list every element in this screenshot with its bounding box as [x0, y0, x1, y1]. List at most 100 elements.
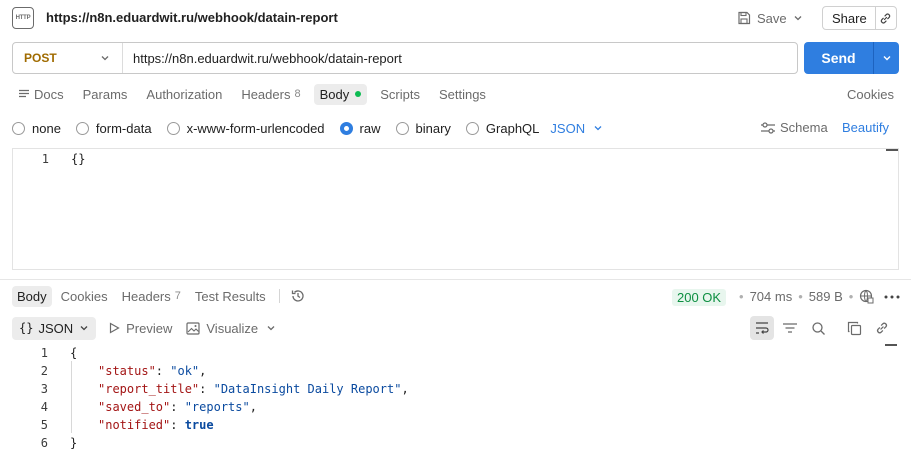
preview-label: Preview [126, 320, 173, 336]
network-globe-icon[interactable] [859, 289, 874, 304]
image-icon [186, 321, 200, 335]
tab-docs-label: Docs [34, 86, 64, 102]
save-options-chevron-icon[interactable] [793, 11, 803, 26]
tab-scripts[interactable]: Scripts [374, 84, 426, 105]
response-time[interactable]: 704 ms [750, 289, 793, 304]
tab-body[interactable]: Body [313, 83, 368, 105]
search-icon[interactable] [806, 316, 830, 340]
response-format-label: JSON [38, 320, 74, 336]
send-options-chevron-icon[interactable] [874, 53, 899, 63]
visualize-label: Visualize [206, 320, 259, 336]
body-indicator-dot [355, 91, 362, 97]
send-button[interactable]: Send [804, 42, 899, 74]
docs-icon [19, 89, 29, 98]
request-tabs: Docs Params Authorization Headers 8 Body… [12, 83, 499, 105]
tab-authorization-label: Authorization [146, 86, 223, 102]
json-value: "DataInsight Daily Report" [213, 382, 402, 396]
tab-body-label: Body [319, 86, 350, 102]
json-close-brace: } [70, 436, 78, 450]
visualize-chevron-icon[interactable] [266, 323, 276, 333]
method-label: POST [24, 51, 57, 65]
json-value: true [184, 418, 214, 432]
tab-response-headers[interactable]: Headers 7 [117, 286, 186, 307]
cookies-link[interactable]: Cookies [847, 87, 894, 102]
tab-response-cookies[interactable]: Cookies [56, 286, 113, 307]
json-key: "saved_to" [98, 400, 171, 414]
tab-test-results-label: Test Results [194, 288, 266, 304]
body-format-select[interactable]: JSON [550, 121, 603, 136]
meta-dot: • [848, 289, 854, 304]
filter-icon[interactable] [778, 316, 802, 340]
copy-link-icon[interactable] [876, 12, 896, 25]
response-meta: • 704 ms • 589 B • [733, 289, 900, 304]
request-title[interactable]: https://n8n.eduardwit.ru/webhook/datain-… [46, 10, 338, 25]
radio-raw-label: raw [359, 120, 381, 136]
radio-binary-label: binary [415, 120, 451, 136]
request-body-editor[interactable]: 1 {} [12, 148, 899, 270]
tab-test-results[interactable]: Test Results [190, 286, 271, 307]
response-format-select[interactable]: {} JSON [12, 316, 97, 340]
radio-urlencoded-label: x-www-form-urlencoded [186, 120, 325, 136]
radio-circle [166, 121, 180, 135]
radio-binary[interactable]: binary [395, 120, 451, 136]
tab-headers[interactable]: Headers 8 [235, 84, 306, 105]
json-braces-icon: {} [19, 321, 34, 335]
line-number: 6 [40, 436, 48, 450]
tab-params[interactable]: Params [77, 84, 134, 105]
meta-dot: • [798, 289, 803, 304]
response-body-viewer[interactable]: 1 { 2 "status": "ok", 3 "report_title": … [12, 344, 899, 465]
schema-button[interactable]: Schema [760, 120, 828, 135]
radio-urlencoded[interactable]: x-www-form-urlencoded [166, 120, 325, 136]
tab-settings[interactable]: Settings [433, 84, 492, 105]
panel-divider[interactable] [0, 279, 911, 280]
tab-response-body-label: Body [17, 288, 47, 304]
json-key: "report_title" [98, 382, 200, 396]
radio-form-data-label: form-data [95, 120, 152, 136]
editor-line: 6 } [12, 434, 899, 452]
response-tools [750, 316, 898, 340]
radio-circle [12, 121, 25, 135]
copy-icon[interactable] [842, 316, 866, 340]
save-button[interactable]: Save [737, 9, 787, 27]
radio-graphql[interactable]: GraphQL [465, 120, 540, 136]
radio-raw[interactable]: raw [339, 120, 381, 136]
json-comma: , [401, 382, 409, 396]
preview-button[interactable]: Preview [108, 321, 172, 336]
editor-line: 4 "saved_to": "reports", [12, 398, 899, 416]
wrap-lines-icon[interactable] [750, 316, 774, 340]
chevron-down-icon [80, 326, 88, 331]
tab-response-body[interactable]: Body [12, 285, 52, 307]
line-number: 1 [41, 152, 49, 166]
radio-none[interactable]: none [12, 121, 61, 136]
tabs-separator [278, 289, 280, 303]
history-icon[interactable] [290, 288, 306, 304]
tab-docs[interactable]: Docs [12, 84, 70, 105]
chevron-down-icon [101, 56, 109, 61]
body-format-label: JSON [550, 120, 586, 136]
send-label: Send [804, 42, 874, 74]
method-select[interactable]: POST [13, 43, 123, 73]
line-number: 2 [40, 364, 48, 378]
visualize-button[interactable]: Visualize [186, 321, 258, 336]
line-number: 1 [40, 346, 48, 360]
beautify-button[interactable]: Beautify [842, 120, 889, 135]
share-label: Share [823, 7, 876, 29]
status-badge[interactable]: 200 OK [672, 289, 727, 306]
radio-circle [75, 121, 89, 135]
link-icon[interactable] [870, 316, 894, 340]
radio-none-label: none [32, 120, 61, 136]
more-options-icon[interactable] [884, 295, 900, 299]
url-input[interactable] [123, 43, 797, 73]
json-comma: , [199, 364, 207, 378]
editor-line: 3 "report_title": "DataInsight Daily Rep… [12, 380, 899, 398]
response-size[interactable]: 589 B [809, 289, 843, 304]
radio-form-data[interactable]: form-data [75, 120, 152, 136]
radio-graphql-label: GraphQL [485, 120, 540, 136]
json-comma: , [249, 400, 257, 414]
schema-label: Schema [780, 120, 828, 135]
share-button[interactable]: Share [822, 6, 897, 30]
radio-circle [395, 121, 409, 135]
tab-authorization[interactable]: Authorization [140, 84, 228, 105]
tab-response-headers-label: Headers [121, 288, 171, 304]
editor-line: 2 "status": "ok", [12, 362, 899, 380]
